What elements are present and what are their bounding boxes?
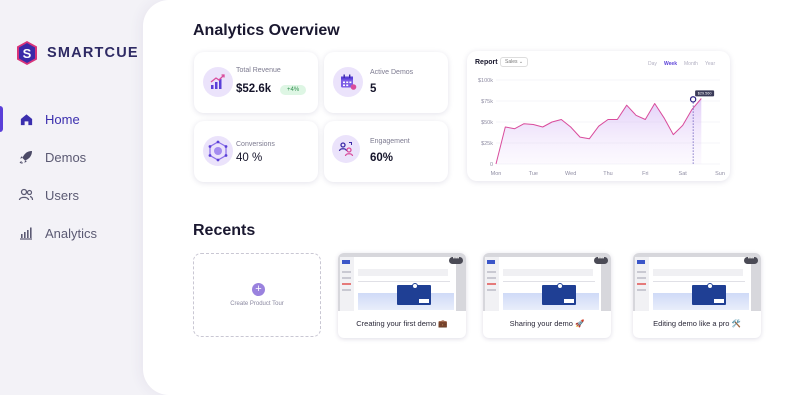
stat-card-total-revenue[interactable]: Total Revenue $52.6k +4% xyxy=(194,52,318,113)
sidebar: S SMARTCUE Home Demos Users Analytics xyxy=(0,0,143,395)
y-tick-label: 0 xyxy=(490,162,493,168)
stat-value: 40 % xyxy=(236,152,263,164)
y-tick-label: $25k xyxy=(481,141,493,147)
stat-value: 60% xyxy=(370,152,394,164)
x-tick-label: Thu xyxy=(603,171,612,177)
create-label: Create Product Tour xyxy=(230,301,284,307)
brand-name: SMARTCUE xyxy=(47,45,139,61)
create-product-tour-button[interactable]: + Create Product Tour xyxy=(193,253,321,337)
recents-title: Recents xyxy=(193,222,256,239)
stat-card-conversions[interactable]: Conversions 40 % xyxy=(194,121,318,182)
more-options-icon[interactable]: ••• xyxy=(594,256,608,264)
brand-logo[interactable]: S SMARTCUE xyxy=(14,40,139,66)
sidebar-item-label: Analytics xyxy=(45,225,98,241)
sidebar-item-label: Demos xyxy=(45,149,87,165)
sidebar-item-label: Home xyxy=(45,111,80,127)
x-tick-label: Sat xyxy=(679,171,688,177)
engagement-users-icon xyxy=(332,135,360,163)
stat-value: $52.6k xyxy=(236,83,272,95)
tooltip-text: $29.560 xyxy=(698,92,712,96)
x-tick-label: Wed xyxy=(565,171,576,177)
sidebar-item-demos[interactable]: Demos xyxy=(0,138,143,176)
stat-label: Engagement xyxy=(370,138,410,145)
x-tick-label: Fri xyxy=(642,171,648,177)
change-badge: +4% xyxy=(280,85,307,95)
stat-card-active-demos[interactable]: Active Demos 5 xyxy=(324,52,448,113)
more-options-icon[interactable]: ••• xyxy=(744,256,758,264)
sidebar-item-home[interactable]: Home xyxy=(0,100,143,138)
demo-card[interactable]: ••• Editing demo like a pro 🛠️ xyxy=(633,253,761,338)
demo-thumbnail xyxy=(483,253,611,311)
highlight-point xyxy=(689,96,697,103)
y-tick-label: $100k xyxy=(478,78,493,84)
svg-text:S: S xyxy=(23,46,32,61)
page-title: Analytics Overview xyxy=(193,22,340,39)
area-fill xyxy=(496,98,702,164)
x-tick-label: Sun xyxy=(715,171,725,177)
sidebar-item-users[interactable]: Users xyxy=(0,176,143,214)
revenue-chart-icon xyxy=(203,67,233,97)
main-panel: Analytics Overview Total Revenue $52.6k … xyxy=(143,0,800,395)
demo-title: Creating your first demo 💼 xyxy=(356,319,448,328)
demo-thumbnail xyxy=(338,253,466,311)
report-line-chart: 0 $25k $50k $75k $100k Mon Tue Wed Thu Fri Sat Sun $… xyxy=(478,78,725,177)
x-tick-label: Tue xyxy=(529,171,538,177)
hexagon-network-icon xyxy=(203,136,233,166)
y-tick-label: $50k xyxy=(481,120,493,126)
more-options-icon[interactable]: ••• xyxy=(449,256,463,264)
demo-card[interactable]: ••• Creating your first demo 💼 xyxy=(338,253,466,338)
report-chart-card: Report Sales ⌄ Day Week Month Year 0 $25k… xyxy=(467,51,730,181)
home-icon xyxy=(18,111,34,127)
analytics-icon xyxy=(18,225,34,241)
stat-label: Conversions xyxy=(236,141,275,148)
plus-icon: + xyxy=(252,283,265,296)
sidebar-item-label: Users xyxy=(45,187,79,203)
stat-label: Total Revenue xyxy=(236,67,281,74)
demo-title: Sharing your demo 🚀 xyxy=(509,319,585,328)
sidebar-nav: Home Demos Users Analytics xyxy=(0,100,143,252)
demo-title: Editing demo like a pro 🛠️ xyxy=(653,319,741,328)
calendar-icon xyxy=(333,67,363,97)
users-icon xyxy=(18,187,34,203)
stat-card-engagement[interactable]: Engagement 60% xyxy=(324,121,448,182)
stat-label: Active Demos xyxy=(370,69,414,76)
x-tick-label: Mon xyxy=(491,171,502,177)
rocket-icon xyxy=(18,149,34,165)
stat-value: 5 xyxy=(370,83,377,95)
y-tick-label: $75k xyxy=(481,99,493,105)
sidebar-item-analytics[interactable]: Analytics xyxy=(0,214,143,252)
smartcue-logo-icon: S xyxy=(14,40,40,66)
demo-thumbnail xyxy=(633,253,761,311)
demo-card[interactable]: ••• Sharing your demo 🚀 xyxy=(483,253,611,338)
